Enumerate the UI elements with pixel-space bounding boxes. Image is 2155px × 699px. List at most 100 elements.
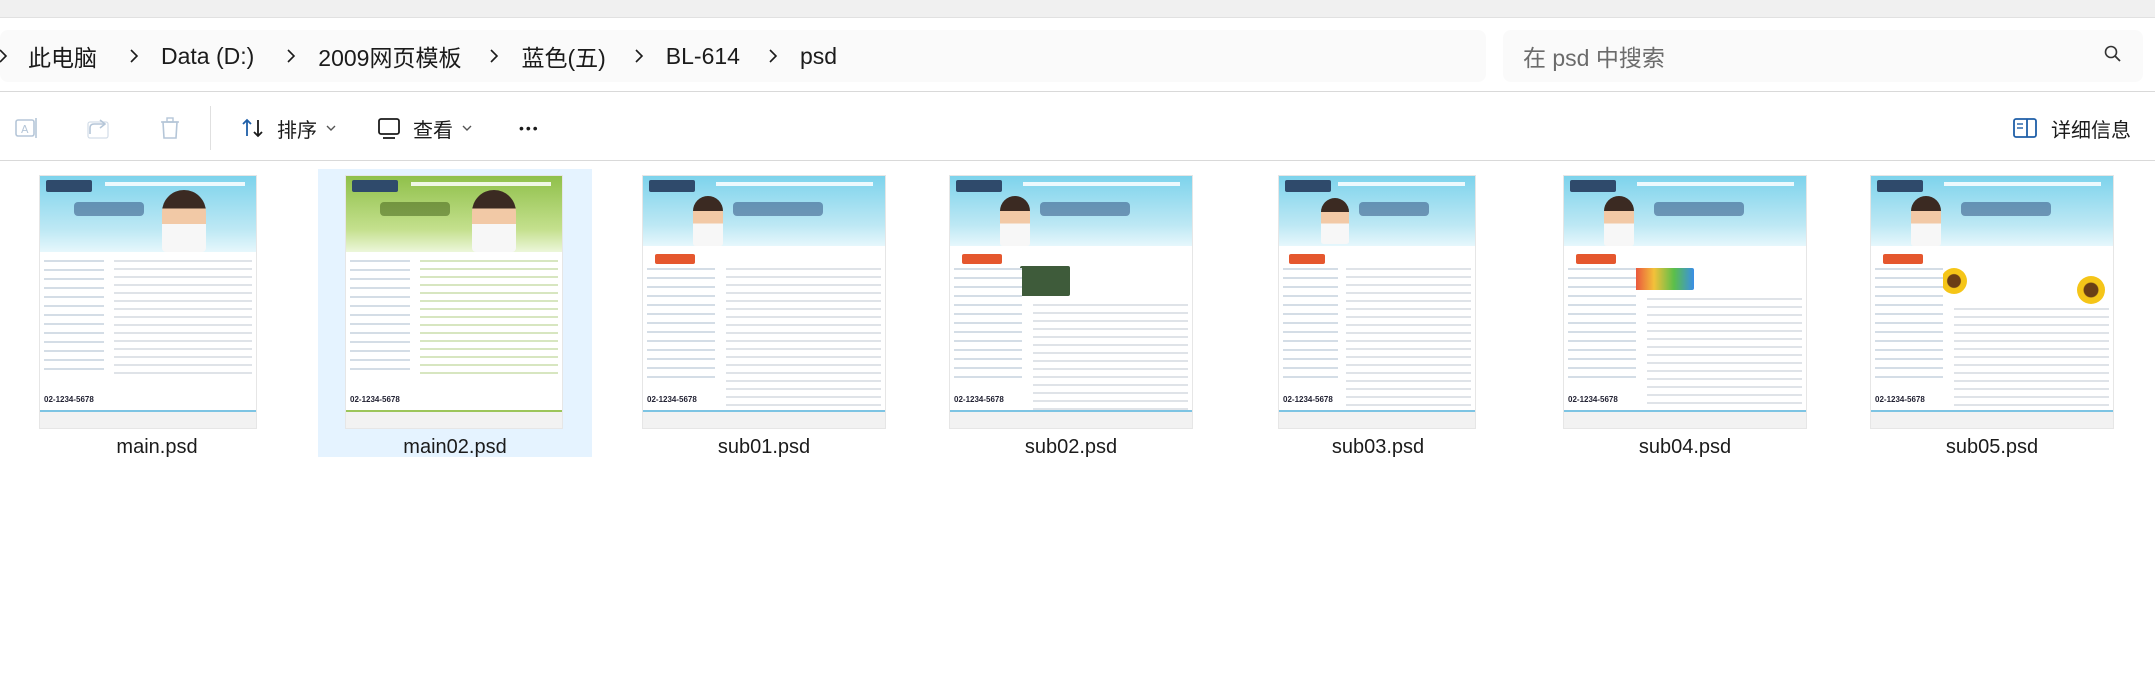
thumbnail-sunflower [2077, 276, 2105, 304]
breadcrumb-item-templates[interactable]: 2009网页模板 [310, 39, 469, 73]
file-item[interactable]: 02-1234-5678 sub05.psd [1855, 169, 2129, 458]
thumbnail-title [1654, 202, 1744, 216]
file-item[interactable]: 02-1234-5678 sub03.psd [1241, 169, 1515, 458]
thumbnail-sidebar [44, 260, 105, 372]
thumbnail-content [726, 268, 881, 418]
file-item[interactable]: 02-1234-5678 main.psd [20, 169, 294, 458]
thumbnail-footer [40, 410, 256, 428]
thumbnail-logo [352, 180, 398, 192]
thumbnail-logo [649, 180, 695, 192]
thumbnail-nav [1636, 182, 1794, 186]
file-thumbnail: 02-1234-5678 [642, 175, 886, 429]
file-item[interactable]: 02-1234-5678 sub04.psd [1548, 169, 1822, 458]
breadcrumb-item-psd[interactable]: psd [792, 43, 845, 70]
thumbnail-footer [950, 410, 1192, 428]
view-label: 查看 [413, 119, 453, 142]
search-input[interactable]: 在 psd 中搜索 [1503, 30, 2143, 82]
view-icon [378, 118, 400, 139]
chevron-right-icon[interactable] [0, 45, 14, 67]
details-pane-icon [2013, 118, 2037, 138]
thumbnail-nav [715, 182, 873, 186]
thumbnail-sidebar [1568, 268, 1636, 380]
chevron-right-icon[interactable] [628, 45, 650, 67]
thumbnail-phone: 02-1234-5678 [350, 395, 400, 404]
thumbnail-person [1321, 198, 1349, 244]
file-thumbnail: 02-1234-5678 [345, 175, 563, 429]
thumbnail-sidebar [954, 268, 1022, 380]
thumbnail-footer [1564, 410, 1806, 428]
thumbnail-rainbow [1634, 268, 1694, 290]
thumbnail-person [1604, 196, 1634, 246]
file-thumbnail: 02-1234-5678 [949, 175, 1193, 429]
view-button[interactable]: 查看 [361, 102, 487, 154]
sort-icon [242, 118, 263, 138]
thumbnail-footer [1279, 410, 1475, 428]
chevron-right-icon[interactable] [483, 45, 505, 67]
thumbnail-content [1647, 298, 1802, 414]
file-name: sub04.psd [1638, 436, 1732, 458]
trash-icon[interactable] [144, 102, 196, 154]
breadcrumb-item-blue[interactable]: 蓝色(五) [513, 39, 613, 73]
breadcrumb-item-this-pc[interactable]: 此电脑 [20, 39, 105, 73]
file-item[interactable]: 02-1234-5678 sub02.psd [934, 169, 1208, 458]
rename-icon[interactable]: A [0, 102, 52, 154]
file-name: sub05.psd [1945, 436, 2039, 458]
thumbnail-content [1954, 308, 2109, 408]
file-thumbnail: 02-1234-5678 [39, 175, 257, 429]
thumbnail-person [1000, 196, 1030, 246]
thumbnail-phone: 02-1234-5678 [1568, 395, 1618, 404]
file-name: sub02.psd [1024, 436, 1118, 458]
thumbnail-content [113, 260, 252, 380]
thumbnail-sidebar [647, 268, 715, 380]
thumbnail-title [1359, 202, 1429, 216]
thumbnail-section-badge [1289, 254, 1325, 264]
chevron-down-icon [462, 125, 472, 131]
file-item[interactable]: 02-1234-5678 main02.psd [318, 169, 592, 458]
thumbnail-footer [1871, 410, 2113, 428]
thumbnail-nav [1022, 182, 1180, 186]
more-options-button[interactable]: ••• [505, 120, 554, 136]
breadcrumb-item-bl614[interactable]: BL-614 [658, 43, 748, 70]
breadcrumb-item-drive[interactable]: Data (D:) [153, 43, 262, 70]
thumbnail-sidebar [1283, 268, 1338, 380]
search-icon[interactable] [2103, 44, 2123, 69]
details-button[interactable]: 详细信息 [2011, 114, 2131, 143]
file-name: main02.psd [403, 436, 507, 458]
thumbnail-footer [643, 410, 885, 428]
divider [0, 91, 2155, 92]
file-name: main.psd [116, 436, 198, 458]
thumbnail-title [1040, 202, 1130, 216]
chevron-right-icon[interactable] [123, 45, 145, 67]
share-icon[interactable] [72, 102, 124, 154]
thumbnail-logo [1570, 180, 1616, 192]
thumbnail-logo [956, 180, 1002, 192]
svg-text:A: A [21, 123, 29, 136]
file-grid: 02-1234-5678 main.psd 02-1234-5678 main0… [0, 165, 2155, 465]
breadcrumb[interactable]: 此电脑 Data (D:) 2009网页模板 蓝色(五) BL-614 psd [0, 30, 1486, 82]
thumbnail-phone: 02-1234-5678 [44, 395, 94, 404]
thumbnail-person [162, 190, 206, 252]
thumbnail-title [74, 202, 144, 216]
thumbnail-content [1345, 268, 1471, 408]
thumbnail-nav [1943, 182, 2101, 186]
file-item[interactable]: 02-1234-5678 sub01.psd [627, 169, 901, 458]
thumbnail-section-badge [1576, 254, 1616, 264]
thumbnail-nav [104, 182, 246, 186]
thumbnail-title [733, 202, 823, 216]
thumbnail-logo [46, 180, 92, 192]
toolbar-divider [210, 106, 211, 150]
thumbnail-content [1033, 304, 1188, 414]
chevron-right-icon[interactable] [762, 45, 784, 67]
file-thumbnail: 02-1234-5678 [1278, 175, 1476, 429]
thumbnail-phone: 02-1234-5678 [1875, 395, 1925, 404]
chevron-right-icon[interactable] [280, 45, 302, 67]
file-thumbnail: 02-1234-5678 [1870, 175, 2114, 429]
details-label: 详细信息 [2051, 119, 2131, 142]
thumbnail-section-badge [1883, 254, 1923, 264]
thumbnail-section-badge [962, 254, 1002, 264]
thumbnail-phone: 02-1234-5678 [647, 395, 697, 404]
thumbnail-phone: 02-1234-5678 [1283, 395, 1333, 404]
sort-button[interactable]: 排序 [225, 102, 351, 154]
thumbnail-footer [346, 410, 562, 428]
thumbnail-person [472, 190, 516, 252]
